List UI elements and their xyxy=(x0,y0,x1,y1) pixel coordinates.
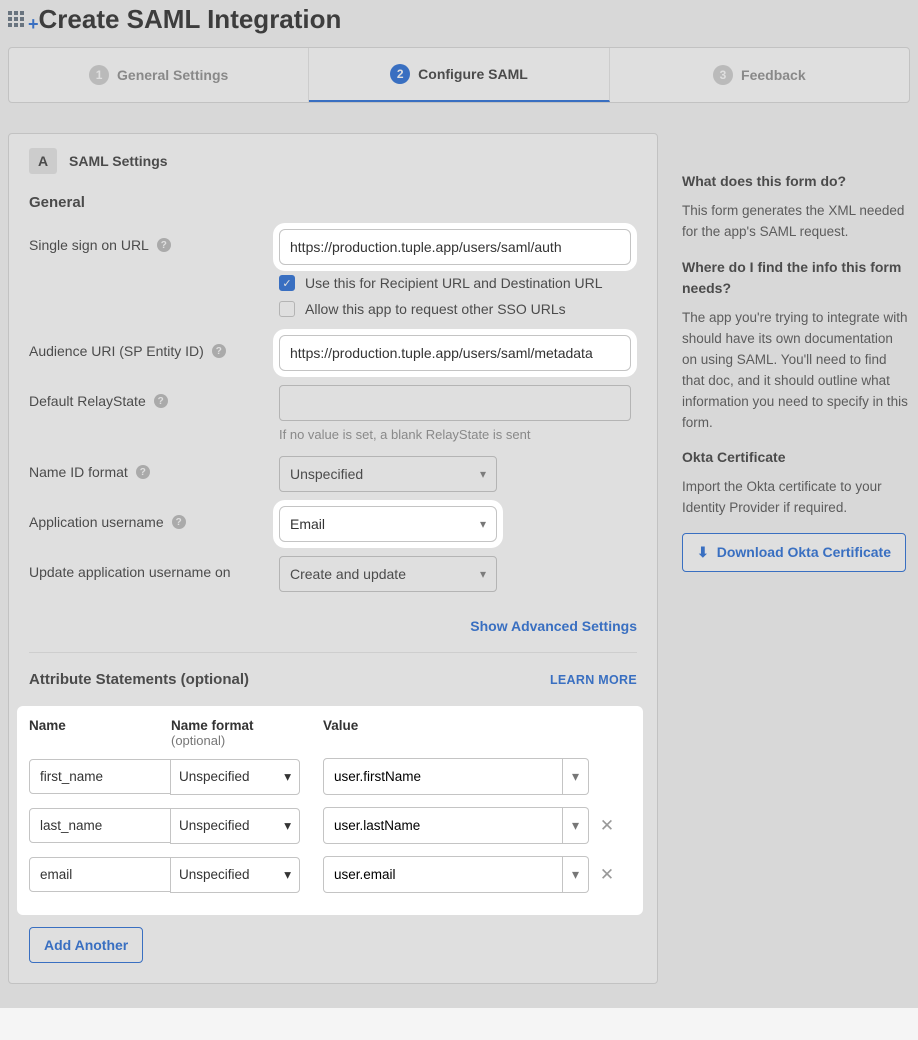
update-username-select[interactable]: Create and update ▾ xyxy=(279,556,497,592)
attr-name-input[interactable] xyxy=(29,857,171,892)
attr-value-dropdown[interactable]: ▾ xyxy=(563,758,589,795)
chevron-down-icon: ▾ xyxy=(480,467,486,481)
download-certificate-button[interactable]: ⬇ Download Okta Certificate xyxy=(682,533,906,572)
attr-value-input[interactable] xyxy=(323,758,563,795)
help-icon[interactable]: ? xyxy=(212,344,226,358)
step-general-settings[interactable]: 1 General Settings xyxy=(9,48,309,102)
application-username-label: Application username ? xyxy=(29,506,279,530)
relaystate-input[interactable] xyxy=(279,385,631,421)
attr-format-select[interactable]: Unspecified▾ xyxy=(170,808,300,844)
page-title: Create SAML Integration xyxy=(39,4,342,35)
step-feedback[interactable]: 3 Feedback xyxy=(610,48,909,102)
help-heading: Where do I find the info this form needs… xyxy=(682,257,910,300)
application-username-select[interactable]: Email ▾ xyxy=(279,506,497,542)
section-title: SAML Settings xyxy=(69,153,168,169)
allow-other-sso-checkbox-label: Allow this app to request other SSO URLs xyxy=(305,301,566,317)
help-icon[interactable]: ? xyxy=(154,394,168,408)
show-advanced-link[interactable]: Show Advanced Settings xyxy=(29,618,637,634)
attribute-statements-title: Attribute Statements (optional) xyxy=(29,671,249,688)
chevron-down-icon: ▾ xyxy=(480,517,486,531)
sso-url-label: Single sign on URL ? xyxy=(29,229,279,253)
step-configure-saml[interactable]: 2 Configure SAML xyxy=(309,48,609,102)
add-another-button[interactable]: Add Another xyxy=(29,927,143,963)
audience-uri-label: Audience URI (SP Entity ID) ? xyxy=(29,335,279,359)
help-icon[interactable]: ? xyxy=(136,465,150,479)
general-subheader: General xyxy=(29,194,637,211)
relaystate-label: Default RelayState ? xyxy=(29,385,279,409)
chevron-down-icon: ▾ xyxy=(572,768,579,785)
audience-uri-input[interactable] xyxy=(279,335,631,371)
attr-name-input[interactable] xyxy=(29,808,171,843)
attribute-statements-table: Name Name format (optional) Value Unspec… xyxy=(17,706,643,915)
help-icon[interactable]: ? xyxy=(157,238,171,252)
help-panel: What does this form do? This form genera… xyxy=(682,133,910,572)
apps-icon xyxy=(8,11,28,31)
allow-other-sso-checkbox[interactable] xyxy=(279,301,295,317)
divider xyxy=(29,652,637,653)
recipient-url-checkbox-label: Use this for Recipient URL and Destinati… xyxy=(305,275,603,291)
section-badge: A xyxy=(29,148,57,174)
wizard-steps: 1 General Settings 2 Configure SAML 3 Fe… xyxy=(8,47,910,103)
help-text: This form generates the XML needed for t… xyxy=(682,201,910,243)
attr-value-input[interactable] xyxy=(323,807,563,844)
chevron-down-icon: ▾ xyxy=(572,817,579,834)
nameid-format-label: Name ID format ? xyxy=(29,456,279,480)
help-text: Import the Okta certificate to your Iden… xyxy=(682,477,910,519)
chevron-down-icon: ▾ xyxy=(284,867,291,883)
update-username-label: Update application username on xyxy=(29,556,279,580)
chevron-down-icon: ▾ xyxy=(284,818,291,834)
col-header-value: Value xyxy=(323,718,589,748)
chevron-down-icon: ▾ xyxy=(284,769,291,785)
help-heading: What does this form do? xyxy=(682,171,910,193)
help-heading: Okta Certificate xyxy=(682,447,910,469)
nameid-format-select[interactable]: Unspecified ▾ xyxy=(279,456,497,492)
attr-value-input[interactable] xyxy=(323,856,563,893)
chevron-down-icon: ▾ xyxy=(480,567,486,581)
col-header-name: Name xyxy=(23,718,171,748)
relaystate-helper: If no value is set, a blank RelayState i… xyxy=(279,427,637,442)
saml-settings-panel: A SAML Settings General Single sign on U… xyxy=(8,133,658,984)
attribute-row: Unspecified▾ ▾ ✕ xyxy=(23,807,637,844)
attr-value-dropdown[interactable]: ▾ xyxy=(563,807,589,844)
chevron-down-icon: ▾ xyxy=(572,866,579,883)
attr-format-select[interactable]: Unspecified▾ xyxy=(170,857,300,893)
page-header: + Create SAML Integration xyxy=(8,0,910,47)
attr-value-dropdown[interactable]: ▾ xyxy=(563,856,589,893)
col-header-format: Name format (optional) xyxy=(171,718,301,748)
attr-format-select[interactable]: Unspecified▾ xyxy=(170,759,300,795)
help-icon[interactable]: ? xyxy=(172,515,186,529)
attribute-row: Unspecified▾ ▾ ✕ xyxy=(23,856,637,893)
recipient-url-checkbox[interactable] xyxy=(279,275,295,291)
learn-more-link[interactable]: LEARN MORE xyxy=(550,673,637,687)
attribute-row: Unspecified▾ ▾ xyxy=(23,758,637,795)
help-text: The app you're trying to integrate with … xyxy=(682,308,910,434)
delete-row-icon[interactable]: ✕ xyxy=(589,816,625,836)
attr-name-input[interactable] xyxy=(29,759,171,794)
plus-icon: + xyxy=(28,17,39,31)
download-icon: ⬇ xyxy=(697,544,709,561)
delete-row-icon[interactable]: ✕ xyxy=(589,865,625,885)
sso-url-input[interactable] xyxy=(279,229,631,265)
